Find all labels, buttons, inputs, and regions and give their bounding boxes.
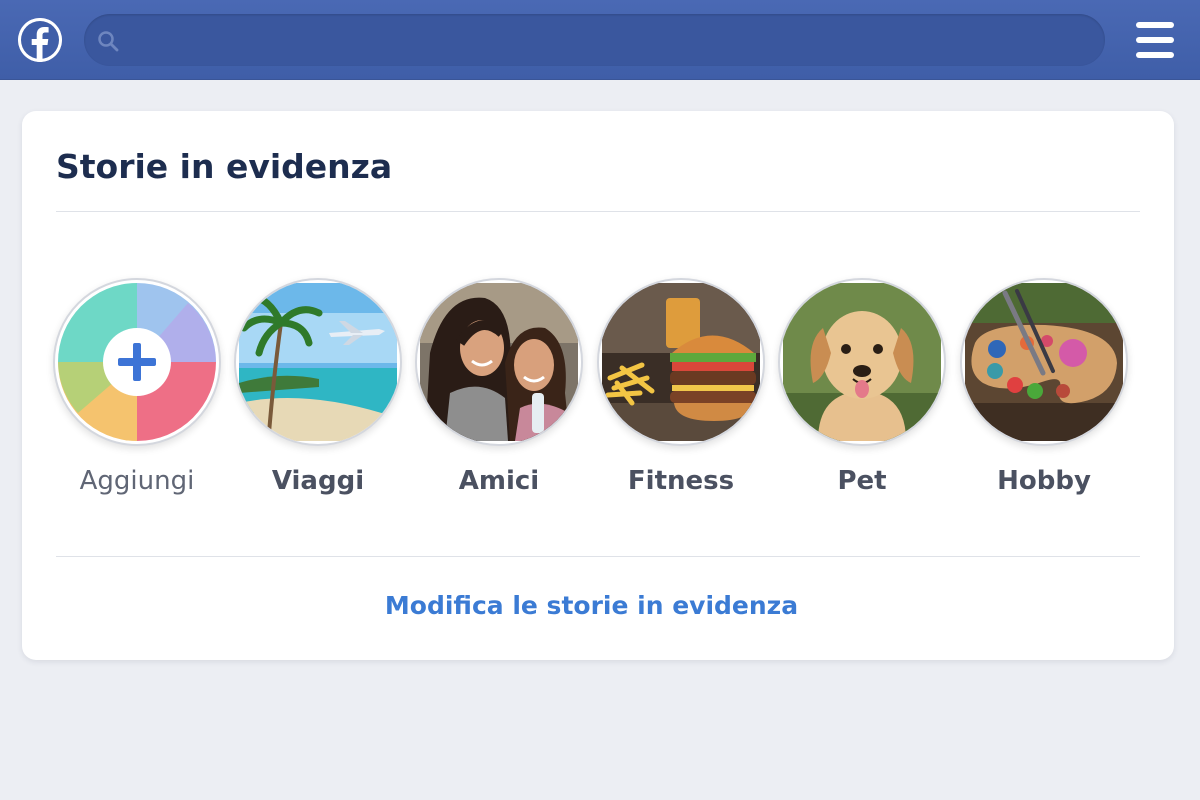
highlight-label: Pet <box>837 466 887 496</box>
highlights-row: Aggiungi Viaggi Amici Fitness Pet Hobby <box>22 278 1174 508</box>
card-title: Storie in evidenza <box>56 147 393 186</box>
friends-photo-thumbnail <box>415 278 583 446</box>
highlight-label: Fitness <box>627 466 735 496</box>
beach-airplane-thumbnail <box>234 278 402 446</box>
edit-highlights-link[interactable]: Modifica le storie in evidenza <box>22 591 1161 620</box>
highlight-label: Hobby <box>997 466 1091 496</box>
add-plus-icon[interactable] <box>53 278 221 446</box>
paint-palette-thumbnail <box>960 278 1128 446</box>
top-navigation-bar <box>0 0 1200 80</box>
facebook-logo-icon[interactable] <box>18 18 62 62</box>
highlight-pet[interactable]: Pet <box>772 278 952 508</box>
top-divider <box>56 211 1140 212</box>
highlight-viaggi[interactable]: Viaggi <box>228 278 408 508</box>
highlight-amici[interactable]: Amici <box>409 278 589 508</box>
burger-fries-thumbnail <box>597 278 765 446</box>
highlight-label: Aggiungi <box>79 466 195 496</box>
puppy-thumbnail <box>778 278 946 446</box>
highlight-add[interactable]: Aggiungi <box>47 278 227 508</box>
highlights-card: Storie in evidenza Aggiungi Viaggi Amici… <box>22 111 1174 660</box>
search-input[interactable] <box>84 14 1105 66</box>
highlight-label: Amici <box>458 466 540 496</box>
bottom-divider <box>56 556 1140 557</box>
hamburger-menu-icon[interactable] <box>1128 18 1180 62</box>
highlight-fitness[interactable]: Fitness <box>591 278 771 508</box>
highlight-hobby[interactable]: Hobby <box>954 278 1134 508</box>
highlight-label: Viaggi <box>271 466 365 496</box>
